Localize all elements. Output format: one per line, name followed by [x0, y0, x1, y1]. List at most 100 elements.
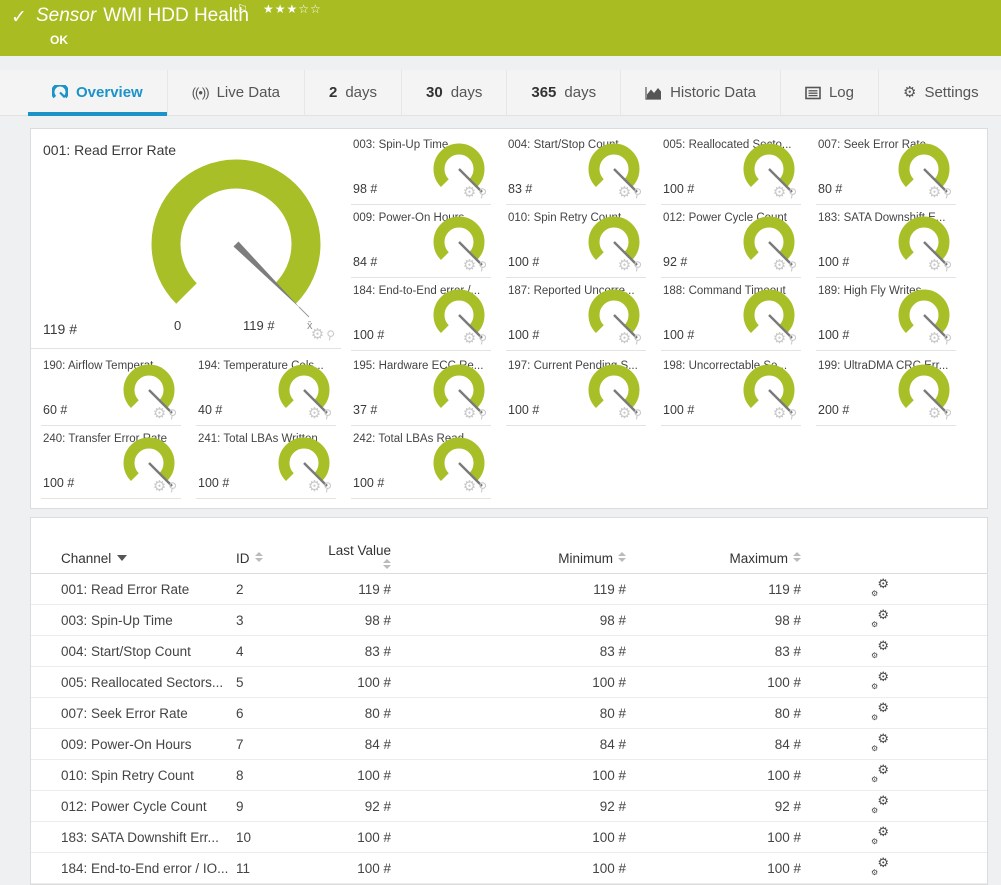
cell-channel[interactable]: 012: Power Cycle Count: [61, 799, 236, 814]
gear-icon[interactable]: ⚙: [311, 327, 324, 342]
pin-icon[interactable]: ⚲: [632, 406, 643, 421]
channel-settings-gears-icon[interactable]: ⚙⚙: [871, 580, 889, 596]
pin-icon[interactable]: ⚲: [322, 479, 333, 494]
cell-channel[interactable]: 007: Seek Error Rate: [61, 706, 236, 721]
gear-icon[interactable]: ⚙: [463, 406, 476, 421]
pin-icon[interactable]: ⚲: [942, 258, 953, 273]
gear-icon[interactable]: ⚙: [773, 185, 786, 200]
pin-icon[interactable]: ⚲: [167, 406, 178, 421]
gear-icon[interactable]: ⚙: [308, 479, 321, 494]
pin-icon[interactable]: ⚲: [167, 479, 178, 494]
col-id[interactable]: ID: [236, 551, 316, 566]
pin-icon[interactable]: ⚲: [942, 185, 953, 200]
pin-icon[interactable]: ⚲: [632, 331, 643, 346]
table-row[interactable]: 004: Start/Stop Count 4 83 # 83 # 83 # ⚙…: [31, 636, 987, 667]
channel-settings-gears-icon[interactable]: ⚙⚙: [871, 673, 889, 689]
col-last-value[interactable]: Last Value: [316, 543, 391, 573]
gear-icon[interactable]: ⚙: [153, 479, 166, 494]
gear-icon[interactable]: ⚙: [928, 406, 941, 421]
pin-icon[interactable]: ⚲: [477, 258, 488, 273]
gauge-tile[interactable]: 241: Total LBAs Written 100 # ⚙⚲: [196, 430, 336, 499]
gear-icon[interactable]: ⚙: [153, 406, 166, 421]
gauge-tile[interactable]: 183: SATA Downshift E... 100 # ⚙⚲: [816, 209, 956, 278]
gear-icon[interactable]: ⚙: [463, 331, 476, 346]
channel-settings-gears-icon[interactable]: ⚙⚙: [871, 704, 889, 720]
table-row[interactable]: 007: Seek Error Rate 6 80 # 80 # 80 # ⚙⚙: [31, 698, 987, 729]
gear-icon[interactable]: ⚙: [773, 258, 786, 273]
cell-channel[interactable]: 001: Read Error Rate: [61, 582, 236, 597]
gear-icon[interactable]: ⚙: [463, 185, 476, 200]
table-row[interactable]: 012: Power Cycle Count 9 92 # 92 # 92 # …: [31, 791, 987, 822]
pin-icon[interactable]: ⚲: [325, 327, 336, 342]
pin-icon[interactable]: ⚲: [477, 479, 488, 494]
cell-channel[interactable]: 005: Reallocated Sectors...: [61, 675, 236, 690]
gauge-tile[interactable]: 242: Total LBAs Read 100 # ⚙⚲: [351, 430, 491, 499]
gear-icon[interactable]: ⚙: [773, 331, 786, 346]
pin-icon[interactable]: ⚲: [787, 331, 798, 346]
table-row[interactable]: 009: Power-On Hours 7 84 # 84 # 84 # ⚙⚙: [31, 729, 987, 760]
gauge-tile[interactable]: 240: Transfer Error Rate 100 # ⚙⚲: [41, 430, 181, 499]
gear-icon[interactable]: ⚙: [618, 331, 631, 346]
gear-icon[interactable]: ⚙: [928, 258, 941, 273]
col-maximum[interactable]: Maximum: [626, 551, 801, 566]
cell-channel[interactable]: 184: End-to-End error / IO...: [61, 861, 236, 876]
table-row[interactable]: 010: Spin Retry Count 8 100 # 100 # 100 …: [31, 760, 987, 791]
pin-icon[interactable]: ⚲: [942, 406, 953, 421]
channel-settings-gears-icon[interactable]: ⚙⚙: [871, 859, 889, 875]
tab-settings[interactable]: ⚙Settings: [879, 70, 1001, 115]
tab-log[interactable]: Log: [781, 70, 879, 115]
gear-icon[interactable]: ⚙: [308, 406, 321, 421]
gauge-tile[interactable]: 198: Uncorrectable Se... 100 # ⚙⚲: [661, 357, 801, 426]
col-channel[interactable]: Channel: [61, 551, 236, 566]
gauge-tile[interactable]: 004: Start/Stop Count 83 # ⚙⚲: [506, 136, 646, 205]
cell-channel[interactable]: 010: Spin Retry Count: [61, 768, 236, 783]
gauge-tile[interactable]: 188: Command Timeout 100 # ⚙⚲: [661, 282, 801, 351]
pin-icon[interactable]: ⚲: [322, 406, 333, 421]
gauge-tile[interactable]: 194: Temperature Cels... 40 # ⚙⚲: [196, 357, 336, 426]
table-row[interactable]: 001: Read Error Rate 2 119 # 119 # 119 #…: [31, 574, 987, 605]
gear-icon[interactable]: ⚙: [463, 479, 476, 494]
tab-days[interactable]: 30days: [402, 70, 507, 115]
gear-icon[interactable]: ⚙: [618, 258, 631, 273]
tab-live-data[interactable]: ((•))Live Data: [168, 70, 305, 115]
flag-icon[interactable]: ⚐: [237, 2, 248, 16]
gauge-tile[interactable]: 189: High Fly Writes 100 # ⚙⚲: [816, 282, 956, 351]
pin-icon[interactable]: ⚲: [632, 185, 643, 200]
gauge-tile[interactable]: 195: Hardware ECC Re... 37 # ⚙⚲: [351, 357, 491, 426]
table-row[interactable]: 005: Reallocated Sectors... 5 100 # 100 …: [31, 667, 987, 698]
channel-settings-gears-icon[interactable]: ⚙⚙: [871, 611, 889, 627]
priority-stars[interactable]: ★★★☆☆: [263, 2, 322, 16]
channel-settings-gears-icon[interactable]: ⚙⚙: [871, 735, 889, 751]
gauge-tile[interactable]: 012: Power Cycle Count 92 # ⚙⚲: [661, 209, 801, 278]
primary-gauge-tile[interactable]: 001: Read Error Rate x̄ 0 119 # 119 # ⚙⚲: [31, 129, 341, 349]
pin-icon[interactable]: ⚲: [787, 406, 798, 421]
gauge-tile[interactable]: 003: Spin-Up Time 98 # ⚙⚲: [351, 136, 491, 205]
gauge-tile[interactable]: 187: Reported Uncorre... 100 # ⚙⚲: [506, 282, 646, 351]
pin-icon[interactable]: ⚲: [477, 185, 488, 200]
gear-icon[interactable]: ⚙: [463, 258, 476, 273]
gauge-tile[interactable]: 007: Seek Error Rate 80 # ⚙⚲: [816, 136, 956, 205]
tab-days[interactable]: 2days: [305, 70, 402, 115]
gear-icon[interactable]: ⚙: [928, 185, 941, 200]
gear-icon[interactable]: ⚙: [773, 406, 786, 421]
cell-channel[interactable]: 009: Power-On Hours: [61, 737, 236, 752]
cell-channel[interactable]: 004: Start/Stop Count: [61, 644, 236, 659]
pin-icon[interactable]: ⚲: [787, 185, 798, 200]
channel-settings-gears-icon[interactable]: ⚙⚙: [871, 766, 889, 782]
pin-icon[interactable]: ⚲: [477, 331, 488, 346]
gauge-tile[interactable]: 184: End-to-End error /... 100 # ⚙⚲: [351, 282, 491, 351]
channel-settings-gears-icon[interactable]: ⚙⚙: [871, 797, 889, 813]
col-minimum[interactable]: Minimum: [391, 551, 626, 566]
pin-icon[interactable]: ⚲: [942, 331, 953, 346]
pin-icon[interactable]: ⚲: [787, 258, 798, 273]
channel-settings-gears-icon[interactable]: ⚙⚙: [871, 642, 889, 658]
table-row[interactable]: 183: SATA Downshift Err... 10 100 # 100 …: [31, 822, 987, 853]
table-row[interactable]: 003: Spin-Up Time 3 98 # 98 # 98 # ⚙⚙: [31, 605, 987, 636]
tab-days[interactable]: 365days: [507, 70, 621, 115]
gear-icon[interactable]: ⚙: [928, 331, 941, 346]
gear-icon[interactable]: ⚙: [618, 185, 631, 200]
gauge-tile[interactable]: 010: Spin Retry Count 100 # ⚙⚲: [506, 209, 646, 278]
tab-historic-data[interactable]: Historic Data: [621, 70, 781, 115]
cell-channel[interactable]: 003: Spin-Up Time: [61, 613, 236, 628]
pin-icon[interactable]: ⚲: [632, 258, 643, 273]
